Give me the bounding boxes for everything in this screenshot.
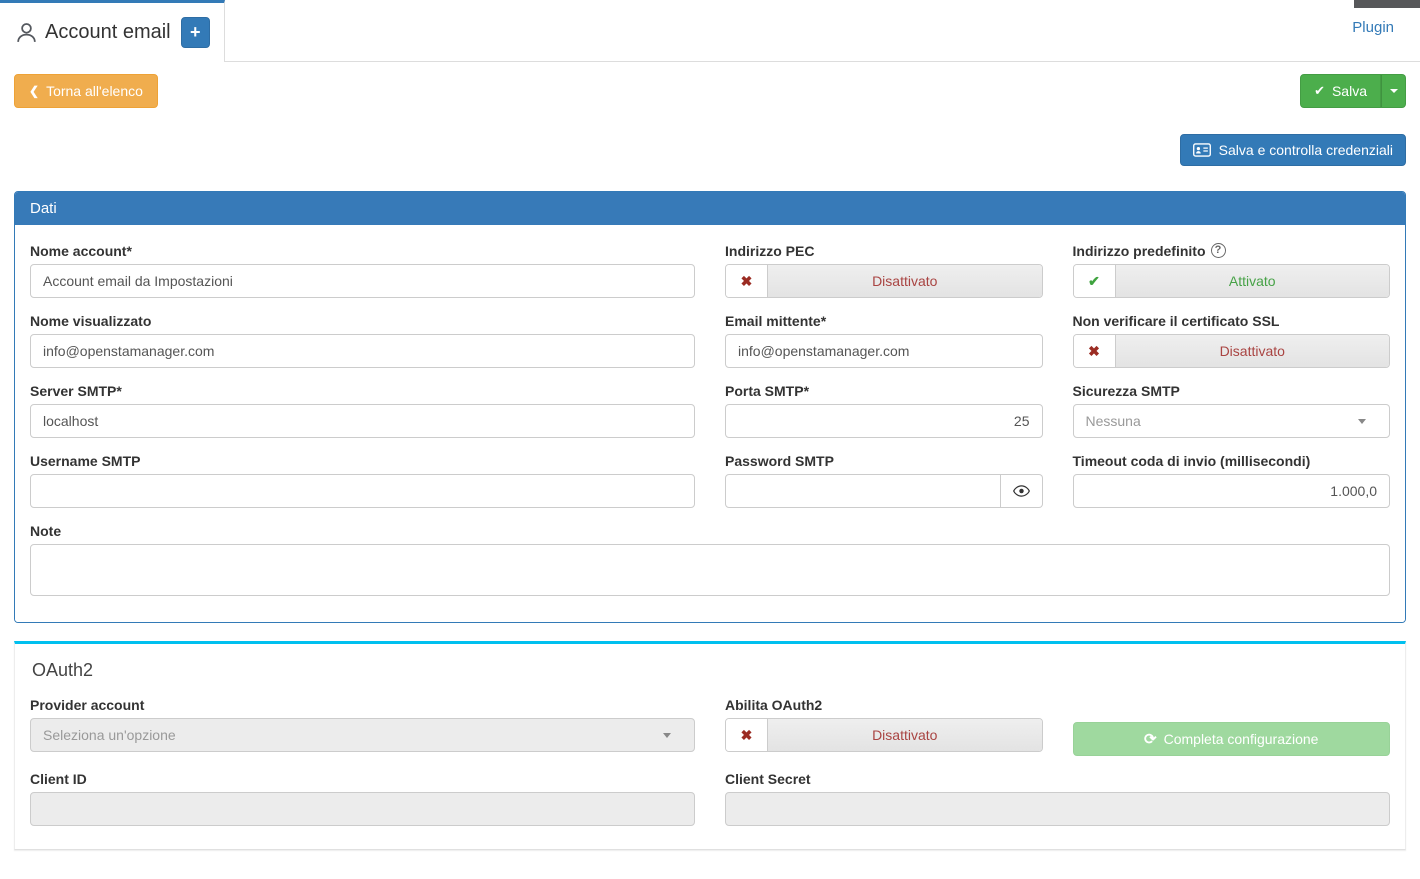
tab-bar: Account email + Plugin — [0, 0, 1420, 62]
form-row: Client ID Client Secret — [15, 771, 1405, 841]
provider-account-label: Provider account — [30, 697, 695, 713]
address-card-icon — [1193, 143, 1211, 157]
email-mittente-input[interactable] — [725, 334, 1043, 368]
form-row: Server SMTP* Porta SMTP* Sicurezza SMTP … — [15, 383, 1405, 453]
nome-visualizzato-input[interactable] — [30, 334, 695, 368]
ssl-toggle[interactable]: ✖ Disattivato — [1073, 334, 1391, 368]
abilita-oauth2-toggle[interactable]: ✖ Disattivato — [725, 718, 1043, 752]
x-icon: ✖ — [726, 719, 768, 751]
form-row: Provider account Seleziona un'opzione Ab… — [15, 697, 1405, 771]
sicurezza-smtp-value: Nessuna — [1073, 404, 1391, 438]
indirizzo-predefinito-label: Indirizzo predefinito? — [1073, 243, 1391, 259]
tab-account-email[interactable]: Account email + — [0, 0, 225, 62]
sync-icon: ⟳ — [1144, 730, 1157, 748]
indirizzo-predefinito-state: Attivato — [1116, 265, 1390, 297]
oauth2-box: OAuth2 Provider account Seleziona un'opz… — [14, 641, 1406, 850]
check-icon: ✔ — [1074, 265, 1116, 297]
caret-down-icon — [663, 733, 671, 738]
timeout-label: Timeout coda di invio (millisecondi) — [1073, 453, 1391, 469]
back-button-label: Torna all'elenco — [46, 83, 143, 99]
password-smtp-input[interactable] — [725, 474, 1001, 508]
indirizzo-pec-toggle[interactable]: ✖ Disattivato — [725, 264, 1043, 298]
server-smtp-label: Server SMTP* — [30, 383, 695, 399]
server-smtp-input[interactable] — [30, 404, 695, 438]
indirizzo-predefinito-toggle[interactable]: ✔ Attivato — [1073, 264, 1391, 298]
provider-account-select[interactable]: Seleziona un'opzione — [30, 718, 695, 752]
email-mittente-label: Email mittente* — [725, 313, 1043, 329]
client-secret-label: Client Secret — [725, 771, 1390, 787]
form-row: Nome account* Indirizzo PEC ✖ Disattivat… — [15, 243, 1405, 313]
username-smtp-label: Username SMTP — [30, 453, 695, 469]
save-dropdown-toggle[interactable] — [1381, 74, 1406, 108]
nome-visualizzato-label: Nome visualizzato — [30, 313, 695, 329]
ssl-state: Disattivato — [1116, 335, 1390, 367]
form-row: Username SMTP Password SMTP — [15, 453, 1405, 523]
client-secret-input[interactable] — [725, 792, 1390, 826]
tabbar-divider — [225, 61, 1420, 62]
password-smtp-label: Password SMTP — [725, 453, 1043, 469]
nome-account-label: Nome account* — [30, 243, 695, 259]
save-button-label: Salva — [1332, 83, 1367, 99]
save-button[interactable]: ✔ Salva — [1300, 74, 1381, 108]
save-check-label: Salva e controlla credenziali — [1219, 142, 1393, 158]
sicurezza-smtp-select[interactable]: Nessuna — [1073, 404, 1391, 438]
back-to-list-button[interactable]: ❮ Torna all'elenco — [14, 74, 158, 108]
ssl-label: Non verificare il certificato SSL — [1073, 313, 1391, 329]
save-and-check-credentials-button[interactable]: Salva e controlla credenziali — [1180, 134, 1406, 166]
help-icon[interactable]: ? — [1211, 243, 1226, 258]
form-row: Nome visualizzato Email mittente* Non ve… — [15, 313, 1405, 383]
caret-down-icon — [1358, 419, 1366, 424]
nome-account-input[interactable] — [30, 264, 695, 298]
toolbar-row-1: ❮ Torna all'elenco ✔ Salva — [14, 74, 1406, 114]
provider-account-placeholder: Seleziona un'opzione — [30, 718, 695, 752]
user-icon — [14, 20, 39, 45]
indirizzo-pec-state: Disattivato — [768, 265, 1042, 297]
plugin-link[interactable]: Plugin — [1352, 19, 1394, 36]
sicurezza-smtp-label: Sicurezza SMTP — [1073, 383, 1391, 399]
x-icon: ✖ — [1074, 335, 1116, 367]
content-area: ❮ Torna all'elenco ✔ Salva — [0, 62, 1420, 850]
plus-icon: + — [190, 22, 201, 43]
client-id-input[interactable] — [30, 792, 695, 826]
add-account-button[interactable]: + — [181, 17, 210, 48]
x-icon: ✖ — [726, 265, 768, 297]
abilita-oauth2-state: Disattivato — [768, 719, 1042, 751]
porta-smtp-label: Porta SMTP* — [725, 383, 1043, 399]
page-title: Account email — [45, 21, 171, 44]
dati-panel-body: Nome account* Indirizzo PEC ✖ Disattivat… — [15, 225, 1405, 622]
check-icon: ✔ — [1314, 83, 1325, 99]
page: Account email + Plugin ❮ Torna all'elenc… — [0, 0, 1420, 879]
note-label: Note — [30, 523, 1390, 539]
porta-smtp-input[interactable] — [725, 404, 1043, 438]
chevron-left-icon: ❮ — [29, 84, 39, 98]
show-password-button[interactable] — [1001, 474, 1043, 508]
oauth2-title: OAuth2 — [32, 660, 1390, 681]
toolbar-row-2: Salva e controlla credenziali — [14, 134, 1406, 168]
dati-panel-header: Dati — [15, 192, 1405, 225]
completa-configurazione-label: Completa configurazione — [1164, 731, 1319, 747]
abilita-oauth2-label: Abilita OAuth2 — [725, 697, 1043, 713]
save-split-button: ✔ Salva — [1300, 74, 1406, 108]
note-textarea[interactable] — [30, 544, 1390, 596]
client-id-label: Client ID — [30, 771, 695, 787]
form-row: Note — [15, 523, 1405, 616]
indirizzo-pec-label: Indirizzo PEC — [725, 243, 1043, 259]
username-smtp-input[interactable] — [30, 474, 695, 508]
dati-panel: Dati Nome account* Indirizzo PEC ✖ Disat… — [14, 191, 1406, 623]
completa-configurazione-button[interactable]: ⟳ Completa configurazione — [1073, 722, 1391, 756]
eye-icon — [1013, 485, 1030, 497]
caret-down-icon — [1390, 89, 1398, 93]
timeout-input[interactable] — [1073, 474, 1391, 508]
